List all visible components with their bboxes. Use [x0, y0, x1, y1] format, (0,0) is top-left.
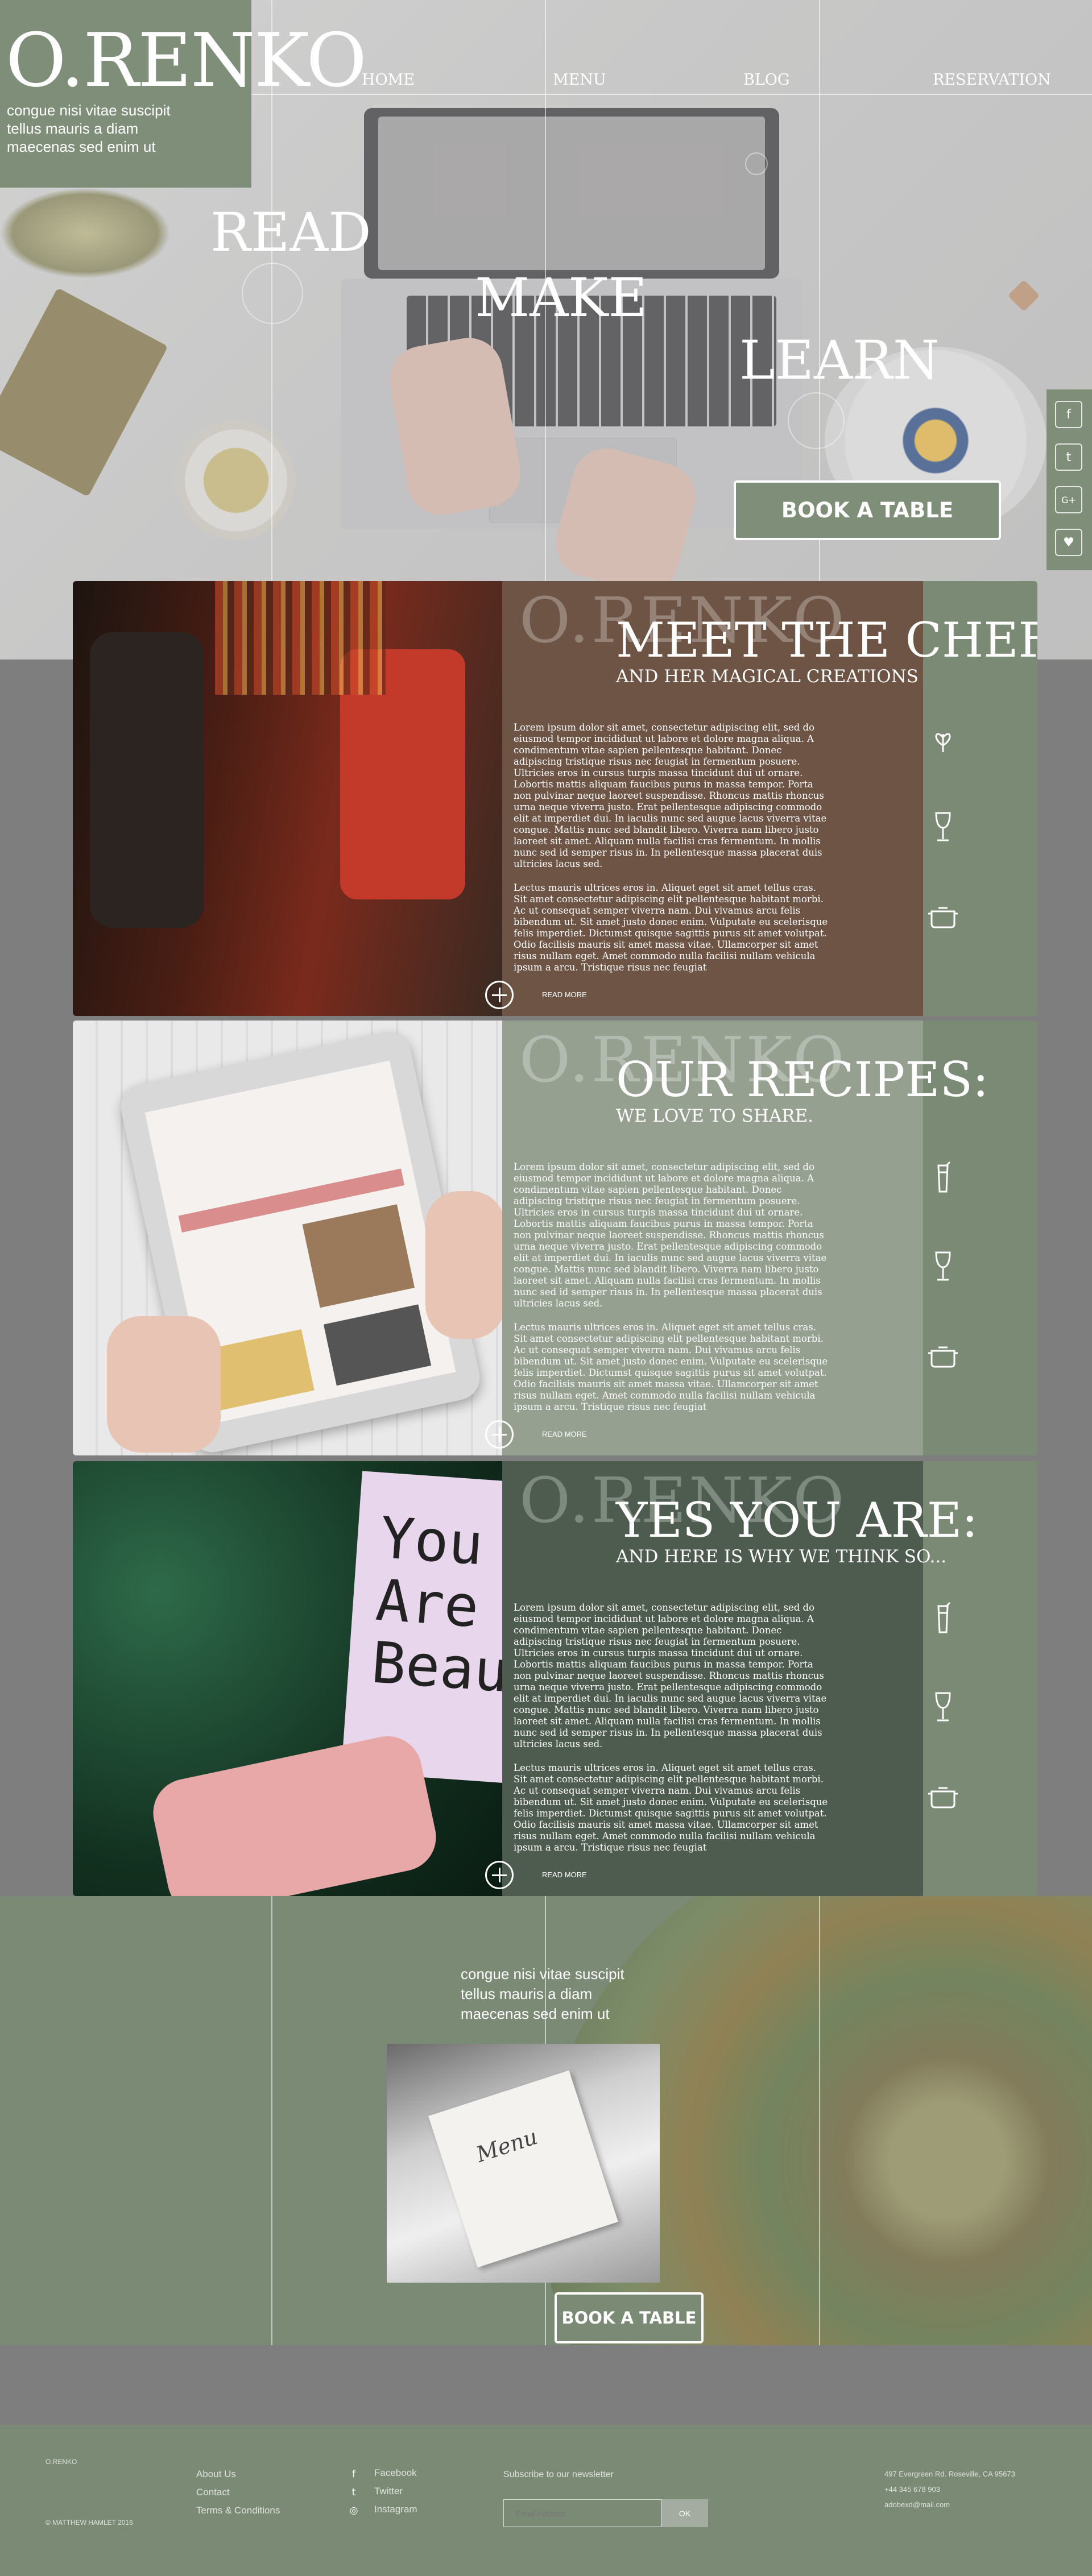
nav-blog[interactable]: BLOG [743, 71, 789, 89]
footer-social-facebook[interactable]: Facebook [374, 2467, 417, 2479]
heart-icon[interactable]: ♥ [1055, 529, 1082, 556]
footer-phone: +44 345 678 903 [884, 2485, 940, 2494]
recipes-photo [73, 1021, 505, 1455]
google-plus-icon[interactable]: G+ [1055, 486, 1082, 513]
hero-section: O.RENKO congue nisi vitae suscipit tellu… [0, 0, 1092, 659]
pot-icon [928, 1346, 958, 1368]
note-photo: You Are Beau [73, 1461, 578, 1896]
read-more-link[interactable]: READ MORE [542, 1870, 587, 1879]
book-table-button-bottom[interactable]: BOOK A TABLE [555, 2292, 704, 2343]
tagline-line: maecenas sed enim ut [461, 2005, 610, 2022]
chef-photo [73, 581, 502, 1016]
nav-reservation[interactable]: RESERVATION [933, 71, 1051, 89]
footer-social-twitter[interactable]: Twitter [374, 2486, 403, 2497]
body-paragraph: Lorem ipsum dolor sit amet, consectetur … [514, 1162, 827, 1309]
grid-line [545, 0, 546, 659]
section-body: Lorem ipsum dolor sit amet, consectetur … [514, 722, 832, 986]
section-body: Lorem ipsum dolor sit amet, consectetur … [514, 1602, 832, 1866]
tagline-line: congue nisi vitae suscipit [7, 102, 171, 119]
hero-word-read: READ [210, 202, 371, 264]
tagline-line: maecenas sed enim ut [7, 138, 156, 155]
section-meet-the-chef: O.RENKO MEET THE CHEF AND HER MAGICAL CR… [73, 581, 1037, 1016]
cocktail-icon [937, 1602, 951, 1633]
body-paragraph: Lectus mauris ultrices eros in. Aliquet … [514, 1322, 828, 1412]
footer-copyright: © MATTHEW HAMLET 2016 [46, 2519, 133, 2527]
menu-card-text: Menu [473, 2123, 541, 2167]
facebook-icon[interactable]: f [1055, 401, 1082, 428]
read-more-link[interactable]: READ MORE [542, 1430, 587, 1438]
hero-word-make: MAKE [475, 267, 647, 329]
section-subtitle: AND HER MAGICAL CREATIONS [616, 666, 919, 687]
tagline-line: tellus mauris a diam [461, 1985, 593, 2002]
note-handwriting: You Are Beau [369, 1504, 511, 1706]
section-title: MEET THE CHEF [616, 612, 1037, 668]
wine-glass-icon [935, 812, 951, 841]
footer-email[interactable]: adobexd@mail.com [884, 2500, 950, 2509]
section-subtitle: AND HERE IS WHY WE THINK SO... [616, 1546, 947, 1567]
gray-strip [0, 2345, 1092, 2425]
pot-icon [928, 907, 958, 928]
circle-decoration [745, 152, 768, 175]
facebook-icon[interactable]: f [348, 2469, 359, 2480]
hand-right [425, 1191, 505, 1339]
leaf-icon [935, 733, 951, 752]
plus-icon[interactable] [485, 1420, 514, 1449]
section-title: OUR RECIPES: [616, 1052, 989, 1107]
pot-icon [928, 1787, 958, 1808]
nav-menu[interactable]: MENU [553, 71, 606, 89]
section-body: Lorem ipsum dolor sit amet, consectetur … [514, 1162, 832, 1425]
twitter-icon[interactable]: t [1055, 443, 1082, 471]
tagline-line: congue nisi vitae suscipit [461, 1965, 624, 1982]
tablet-photo [323, 1304, 432, 1386]
bottle-shelf [215, 581, 386, 695]
hand-left [107, 1316, 221, 1453]
book-table-button[interactable]: BOOK A TABLE [734, 480, 1001, 540]
site-logo[interactable]: O.RENKO [6, 17, 367, 103]
body-paragraph: Lorem ipsum dolor sit amet, consectetur … [514, 722, 827, 869]
nav-divider [251, 94, 1092, 95]
circle-decoration [242, 263, 303, 324]
plus-icon[interactable] [485, 981, 514, 1009]
tagline-line: tellus mauris a diam [7, 120, 139, 137]
footer-link-contact[interactable]: Contact [196, 2487, 230, 2498]
wine-glass-icon [935, 1692, 951, 1722]
instagram-icon[interactable]: ◎ [348, 2505, 359, 2516]
logo-tagline: congue nisi vitae suscipit tellus mauris… [7, 101, 246, 156]
newsletter-submit-button[interactable]: OK [661, 2499, 708, 2527]
wine-glass-icon [935, 1251, 951, 1281]
body-paragraph: Lectus mauris ultrices eros in. Aliquet … [514, 1762, 828, 1853]
body-paragraph: Lorem ipsum dolor sit amet, consectetur … [514, 1602, 827, 1749]
section-subtitle: WE LOVE TO SHARE. [616, 1106, 814, 1126]
footer-link-about[interactable]: About Us [196, 2469, 236, 2480]
section-yes-you-are: You Are Beau O.RENKO YES YOU ARE: AND HERE… [73, 1461, 1037, 1896]
footer-brand: O.RENKO [46, 2458, 77, 2466]
section-our-recipes: O.RENKO OUR RECIPES: WE LOVE TO SHARE. L… [73, 1021, 1037, 1455]
newsletter-label: Subscribe to our newsletter [503, 2470, 614, 2479]
hero-word-learn: LEARN [739, 330, 940, 392]
twitter-icon[interactable]: t [348, 2487, 359, 2498]
section-title: YES YOU ARE: [616, 1492, 978, 1548]
footer-link-terms[interactable]: Terms & Conditions [196, 2505, 280, 2516]
footer-address: 497 Evergreen Rd. Roseville, CA 95673 [884, 2470, 1015, 2478]
body-paragraph: Lectus mauris ultrices eros in. Aliquet … [514, 882, 828, 973]
plus-icon[interactable] [485, 1861, 514, 1889]
bottom-tagline: congue nisi vitae suscipit tellus mauris… [461, 1964, 665, 2024]
nav-home[interactable]: HOME [362, 71, 415, 89]
footer-social-instagram[interactable]: Instagram [374, 2504, 417, 2515]
tablet-photo [206, 1329, 315, 1411]
hand [147, 1729, 442, 1896]
cocktail-icon [937, 1161, 951, 1193]
read-more-link[interactable]: READ MORE [542, 990, 587, 999]
newsletter-email-input[interactable] [503, 2499, 661, 2527]
tablet-photo [302, 1204, 415, 1308]
circle-decoration [788, 392, 845, 449]
person-silhouette [90, 632, 204, 928]
